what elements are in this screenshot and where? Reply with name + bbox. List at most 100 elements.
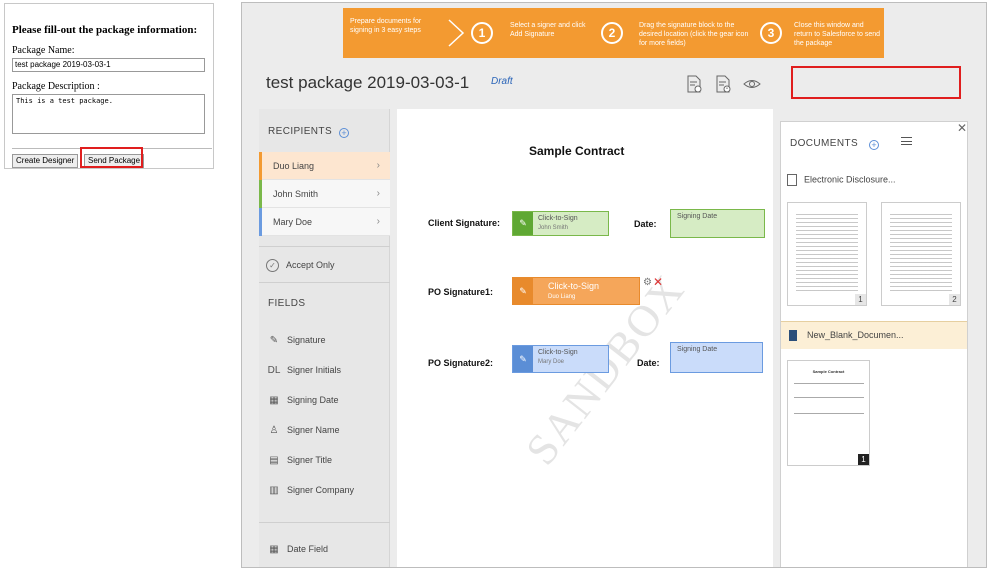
document-name: Electronic Disclosure... (804, 174, 896, 185)
send-package-highlight (80, 147, 143, 168)
recipients-fields-panel: RECIPIENTS + Duo Liang › John Smith › Ma… (259, 109, 390, 567)
create-designer-button[interactable]: Create Designer (12, 154, 79, 168)
step-2-text: Drag the signature block to the desired … (639, 22, 749, 47)
pen-icon: ✎ (513, 346, 533, 372)
building-icon: ▥ (269, 485, 279, 496)
field-signer-title[interactable]: ▤ Signer Title (266, 455, 332, 466)
client-signature-label: Client Signature: (428, 218, 501, 228)
fields-heading: FIELDS (268, 298, 306, 309)
document-canvas[interactable]: SANDBOX Sample Contract Client Signature… (397, 109, 773, 567)
sig-block-label: Click-to-Sign (538, 215, 578, 222)
sig-block-signer: Duo Liang (548, 294, 576, 300)
page-text-lines (890, 211, 952, 291)
pen-icon: ✎ (513, 278, 533, 304)
form-title: Please fill-out the package information: (12, 24, 198, 36)
date-block-label: Signing Date (677, 213, 718, 220)
document-history-icon[interactable] (714, 75, 732, 93)
sig-block-label: Click-to-Sign (548, 281, 600, 291)
eye-preview-icon[interactable] (743, 75, 761, 93)
package-info-form: Please fill-out the package information:… (4, 3, 214, 169)
field-label: Date Field (287, 544, 329, 554)
document-icon (789, 330, 797, 341)
client-signature-block[interactable]: ✎ Click-to-Sign John Smith (512, 211, 609, 236)
pen-icon: ✎ (513, 212, 533, 235)
pen-icon: ✎ (269, 335, 279, 346)
package-description-input[interactable]: This is a test package. (12, 94, 205, 134)
field-date-field[interactable]: ▦ Date Field (266, 544, 328, 555)
page-text-line (794, 413, 864, 414)
add-recipient-icon[interactable]: + (339, 128, 349, 138)
field-label: Signer Name (287, 425, 340, 435)
recipient-name: Mary Doe (273, 217, 313, 227)
page-thumbnail[interactable]: 2 (881, 202, 961, 306)
field-label: Signer Company (287, 485, 355, 495)
step-1-badge: 1 (471, 22, 493, 44)
chevron-right-icon: › (376, 188, 380, 199)
document-electronic-disclosure[interactable]: Electronic Disclosure... (787, 174, 896, 186)
close-icon[interactable]: ✕ (957, 121, 967, 135)
menu-icon[interactable] (901, 137, 912, 145)
recipient-duo-liang[interactable]: Duo Liang › (259, 152, 390, 180)
recipient-john-smith[interactable]: John Smith › (259, 180, 390, 208)
field-label: Signer Initials (287, 365, 342, 375)
date-block-label: Signing Date (677, 346, 718, 353)
document-settings-icon[interactable] (685, 75, 703, 93)
banner-intro: Prepare documents for signing in 3 easy … (350, 18, 422, 34)
field-signature[interactable]: ✎ Signature (266, 335, 326, 346)
page-number: 1 (855, 294, 866, 305)
field-label: Signing Date (287, 395, 339, 405)
package-name-input[interactable]: test package 2019-03-03-1 (12, 58, 205, 72)
package-name-label: Package Name: (12, 45, 75, 56)
document-title: Sample Contract (529, 144, 625, 158)
calendar-icon: ▦ (269, 395, 279, 406)
date-label: Date: (637, 358, 660, 368)
page-text-lines (796, 211, 858, 291)
page-number: 1 (858, 454, 869, 465)
person-icon: ♙ (269, 425, 279, 436)
document-new-blank[interactable]: New_Blank_Documen... (781, 321, 967, 349)
close-icon[interactable]: ✕ (653, 275, 663, 289)
field-signer-company[interactable]: ▥ Signer Company (266, 485, 354, 496)
steps-banner: Prepare documents for signing in 3 easy … (343, 8, 884, 58)
field-label: Signer Title (287, 455, 333, 465)
signing-date-block[interactable]: Signing Date (670, 209, 765, 238)
document-name: New_Blank_Documen... (807, 330, 904, 340)
po-signature1-block[interactable]: ✎ Click-to-Sign Duo Liang (512, 277, 640, 305)
divider (259, 282, 390, 283)
page-thumbnail[interactable]: 1 (787, 202, 867, 306)
field-signer-name[interactable]: ♙ Signer Name (266, 425, 340, 436)
recipient-color-bar (259, 208, 262, 236)
accept-only-option[interactable]: ✓ Accept Only (266, 258, 335, 273)
page-text-line (794, 397, 864, 398)
document-icon (787, 174, 797, 186)
page-thumbnail[interactable]: Sample Contract 1 (787, 360, 870, 466)
recipient-name: John Smith (273, 189, 319, 199)
divider (259, 522, 390, 523)
signing-designer-window: Prepare documents for signing in 3 easy … (241, 2, 987, 568)
field-label: Signature (287, 335, 326, 345)
signing-date-block[interactable]: Signing Date (670, 342, 763, 373)
step-1-text: Select a signer and click Add Signature (510, 22, 586, 38)
sig-block-signer: Mary Doe (538, 359, 565, 365)
recipient-mary-doe[interactable]: Mary Doe › (259, 208, 390, 236)
field-signing-date[interactable]: ▦ Signing Date (266, 395, 339, 406)
gear-icon[interactable]: ⚙ (643, 277, 652, 288)
calendar-icon: ▦ (269, 544, 279, 555)
field-signer-initials[interactable]: DL Signer Initials (266, 365, 341, 376)
package-status: Draft (491, 76, 513, 87)
check-circle-icon: ✓ (266, 259, 279, 273)
po-signature2-label: PO Signature2: (428, 358, 494, 368)
step-2-badge: 2 (601, 22, 623, 44)
recipient-color-bar (259, 180, 262, 208)
documents-panel: DOCUMENTS + Electronic Disclosure... 1 2… (780, 121, 968, 567)
add-document-icon[interactable]: + (869, 140, 879, 150)
thumbnail-title: Sample Contract (812, 369, 845, 374)
package-title: test package 2019-03-03-1 (266, 73, 470, 92)
id-card-icon: ▤ (269, 455, 279, 466)
page-number: 2 (949, 294, 960, 305)
po-signature2-block[interactable]: ✎ Click-to-Sign Mary Doe (512, 345, 609, 373)
po-signature1-label: PO Signature1: (428, 287, 494, 297)
step-3-badge: 3 (760, 22, 782, 44)
recipients-heading: RECIPIENTS (268, 126, 333, 137)
package-description-label: Package Description : (12, 81, 100, 92)
